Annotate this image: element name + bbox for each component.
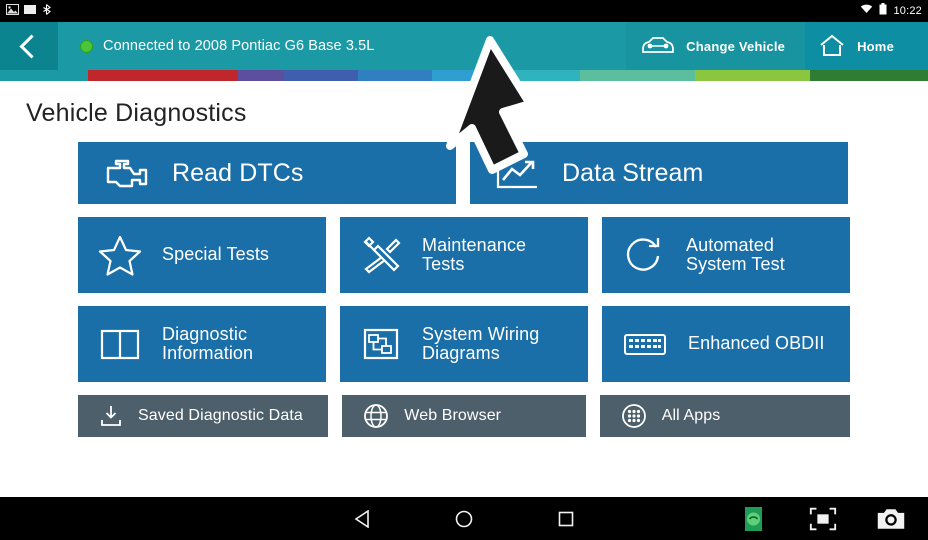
status-dot-icon [80, 39, 93, 53]
tile-grid: Read DTCs Data Stream Special Tests Main… [0, 142, 928, 437]
color-bar-segment [88, 70, 143, 81]
status-bar-left-icons [6, 2, 52, 20]
connection-status-text: Connected to 2008 Pontiac G6 Base 3.5L [103, 38, 375, 54]
tile-system-wiring-diagrams[interactable]: System Wiring Diagrams [340, 306, 588, 382]
status-bar-right-icons: 10:22 [860, 2, 922, 20]
tile-label-line1: Diagnostic [162, 323, 248, 344]
apps-grid-icon [620, 402, 648, 430]
color-bar-segment [358, 70, 432, 81]
square-recents-icon [558, 511, 574, 526]
home-icon [819, 34, 845, 58]
save-download-icon [98, 404, 124, 428]
tile-label-line2: Tests [422, 254, 465, 274]
color-bar-segment [695, 70, 810, 81]
connection-status: Connected to 2008 Pontiac G6 Base 3.5L [58, 22, 626, 70]
camera-icon [877, 508, 905, 529]
tile-label-line1: System Wiring [422, 323, 540, 344]
tile-label-line1: Automated [686, 234, 774, 255]
home-label: Home [857, 38, 894, 54]
color-accent-bar [0, 70, 928, 81]
device-screen: 10:22 Connected to 2008 Pontiac G6 Base … [0, 0, 928, 540]
tile-diagnostic-information[interactable]: Diagnostic Information [78, 306, 326, 382]
screenshot-icon [24, 2, 36, 20]
back-button[interactable] [0, 22, 58, 70]
color-bar-segment [238, 70, 284, 81]
tile-row-info: Diagnostic Information System Wiring Dia… [78, 306, 850, 382]
image-icon [6, 2, 19, 20]
color-bar-segment [0, 70, 88, 81]
tile-automated-system-test[interactable]: Automated System Test [602, 217, 850, 293]
screenshot-capture-button[interactable] [808, 504, 838, 534]
nav-home-button[interactable] [449, 504, 479, 534]
battery-icon [879, 2, 887, 20]
nav-bar-right [740, 504, 906, 534]
circle-home-icon [455, 510, 473, 527]
color-bar-segment [143, 70, 238, 81]
wifi-app-icon [745, 506, 762, 531]
color-bar-segment [506, 70, 580, 81]
tile-maintenance-tests[interactable]: Maintenance Tests [340, 217, 588, 293]
tile-label: All Apps [661, 407, 721, 425]
tile-web-browser[interactable]: Web Browser [342, 395, 586, 437]
globe-icon [362, 402, 390, 430]
line-chart-icon [494, 155, 540, 191]
tile-data-stream[interactable]: Data Stream [470, 142, 848, 204]
change-vehicle-label: Change Vehicle [686, 38, 786, 54]
tile-row-tests: Special Tests Maintenance Tests Automate… [78, 217, 850, 293]
keyboard-icon [622, 329, 668, 359]
android-status-bar: 10:22 [0, 0, 928, 22]
tile-row-primary: Read DTCs Data Stream [78, 142, 850, 204]
camera-button[interactable] [876, 504, 906, 534]
tile-label-line1: Maintenance [422, 234, 527, 255]
wiring-diagram-icon [360, 325, 402, 363]
tile-label: Special Tests [162, 244, 270, 265]
tile-label-line2: Information [162, 343, 254, 363]
app-header: Connected to 2008 Pontiac G6 Base 3.5L C… [0, 22, 928, 70]
tools-icon [360, 235, 402, 275]
tile-saved-diagnostic-data[interactable]: Saved Diagnostic Data [78, 395, 329, 437]
tile-label-line2: Diagrams [422, 343, 500, 363]
tile-all-apps[interactable]: All Apps [599, 395, 850, 437]
tile-label: Data Stream [562, 158, 704, 187]
book-icon [98, 325, 142, 363]
chevron-left-icon [19, 33, 44, 59]
tile-label: Read DTCs [172, 158, 304, 187]
tile-label-line2: System Test [686, 254, 785, 274]
bluetooth-icon [41, 2, 52, 20]
color-bar-segment [580, 70, 695, 81]
color-bar-segment [810, 70, 928, 81]
diagnostics-app: Connected to 2008 Pontiac G6 Base 3.5L C… [0, 22, 928, 497]
wifi-app-button[interactable] [740, 504, 770, 534]
color-bar-segment [432, 70, 506, 81]
color-bar-segment [284, 70, 358, 81]
change-vehicle-button[interactable]: Change Vehicle [626, 22, 806, 70]
tile-read-dtcs[interactable]: Read DTCs [78, 142, 456, 204]
wifi-icon [860, 2, 873, 20]
tile-label: Diagnostic Information [162, 323, 254, 364]
tile-label: System Wiring Diagrams [422, 323, 540, 364]
tile-label: Web Browser [404, 407, 502, 425]
engine-icon [102, 156, 150, 190]
triangle-back-icon [354, 509, 369, 528]
home-button[interactable]: Home [805, 22, 928, 70]
screenshot-capture-icon [809, 507, 837, 530]
tile-label: Enhanced OBDII [688, 333, 825, 354]
page-title: Vehicle Diagnostics [26, 99, 247, 127]
car-icon [640, 35, 675, 57]
tile-special-tests[interactable]: Special Tests [78, 217, 326, 293]
refresh-circle-icon [622, 235, 666, 275]
star-icon [98, 234, 142, 276]
tile-label: Saved Diagnostic Data [138, 407, 303, 425]
status-bar-clock: 10:22 [893, 5, 922, 17]
tile-label: Maintenance Tests [422, 234, 527, 275]
nav-recents-button[interactable] [551, 504, 581, 534]
android-nav-bar [0, 497, 928, 540]
tile-row-utilities: Saved Diagnostic Data Web Browser All Ap… [78, 395, 850, 437]
tile-label: Automated System Test [686, 234, 785, 275]
nav-back-button[interactable] [347, 504, 377, 534]
tile-enhanced-obdii[interactable]: Enhanced OBDII [602, 306, 850, 382]
